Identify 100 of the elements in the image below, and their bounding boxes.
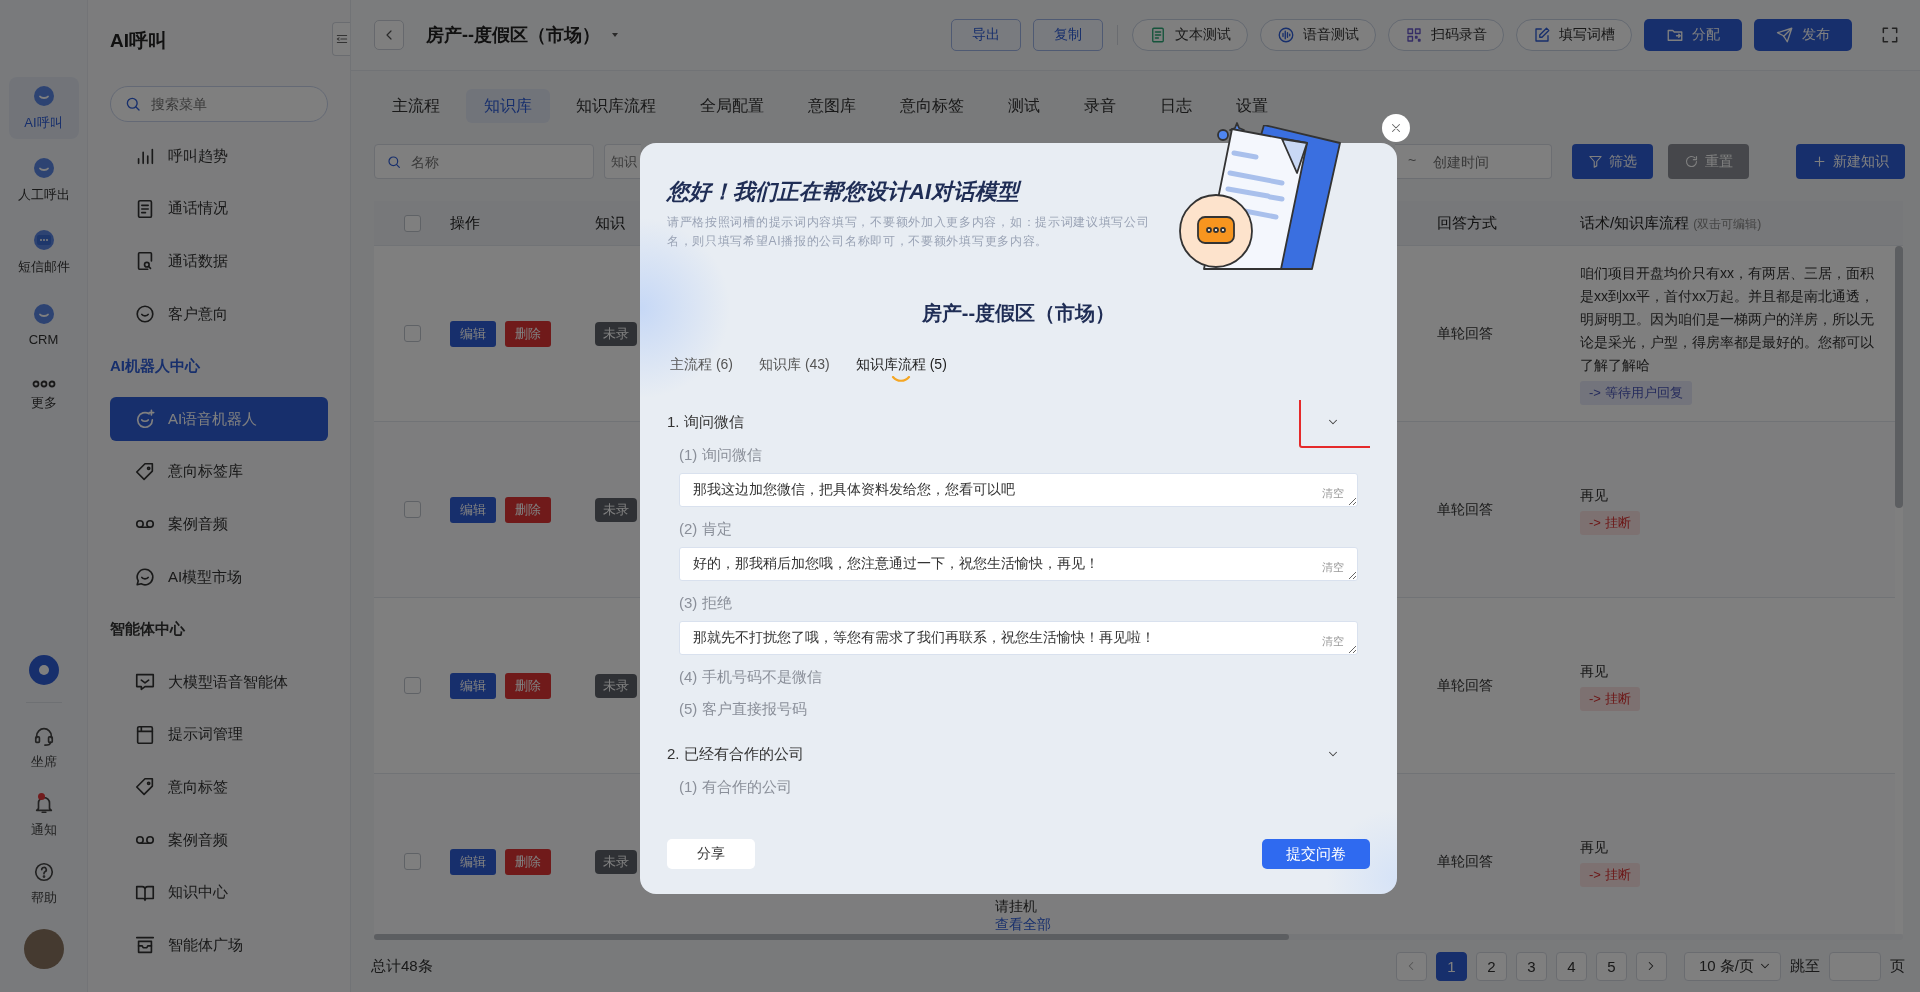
item-label: (5) 客户直接报号码	[679, 699, 808, 719]
avatar[interactable]	[23, 929, 64, 969]
page-button[interactable]: 1	[1435, 951, 1467, 981]
filter-button[interactable]: 新建知识	[1796, 144, 1905, 179]
menu-item[interactable]: 智能体广场	[110, 923, 328, 968]
tab[interactable]: 主流程	[374, 89, 458, 123]
name-search-field[interactable]: 名称	[374, 144, 594, 179]
toolbar-button[interactable]: 填写词槽	[1516, 19, 1632, 51]
status-tag: 未录	[595, 849, 637, 874]
page-button[interactable]: 2	[1475, 951, 1507, 981]
previous-page-button[interactable]	[1395, 951, 1427, 981]
page-button[interactable]: 5	[1595, 951, 1627, 981]
menu-item[interactable]: 知识中心	[110, 870, 328, 915]
sidebar-title: AI呼叫	[110, 29, 168, 53]
submit-button[interactable]: 提交问卷	[1262, 839, 1370, 869]
tab[interactable]: 意图库	[790, 89, 874, 123]
toolbar-button[interactable]: 复制	[1033, 19, 1103, 51]
delete-button[interactable]: 删除	[505, 672, 551, 699]
delete-button[interactable]: 删除	[505, 848, 551, 875]
rail-item[interactable]: 短信邮件	[8, 221, 79, 283]
toolbar-button[interactable]: 扫码录音	[1388, 19, 1504, 51]
total-count: 总计48条	[371, 956, 433, 976]
tab[interactable]: 知识库流程 (5)	[855, 354, 947, 374]
item-label: (2) 肯定	[679, 519, 733, 539]
view-all-link[interactable]: 查看全部	[995, 915, 1051, 933]
edit-button[interactable]: 编辑	[450, 320, 496, 347]
script-text: 再见	[1580, 486, 1608, 505]
next-page-button[interactable]	[1635, 951, 1667, 981]
clear-button[interactable]: 清空	[1322, 634, 1344, 649]
delete-button[interactable]: 删除	[505, 320, 551, 347]
scrollbar-thumb[interactable]	[1895, 246, 1903, 508]
tab[interactable]: 知识库流程	[558, 89, 674, 123]
collapse-button[interactable]	[332, 22, 350, 56]
jump-label: 跳至	[1790, 956, 1820, 976]
edit-button[interactable]: 编辑	[450, 496, 496, 523]
toolbar-button[interactable]: 导出	[951, 19, 1021, 51]
instruction-text: 请严格按照词槽的提示词内容填写，不要额外加入更多内容，如：提示词建议填写公司名，则只填写希望AI播报的公司名称即可，不要额外填写更多内容。	[667, 214, 1151, 250]
section-heading: AI机器人中心	[110, 356, 201, 377]
disc-icon[interactable]	[27, 654, 60, 686]
clear-button[interactable]: 清空	[1322, 486, 1344, 501]
tab[interactable]: 日志	[1142, 89, 1210, 123]
table-cell-text: 单轮回答	[1436, 676, 1494, 695]
menu-item[interactable]: 大模型语音智能体	[110, 660, 328, 705]
rail-item[interactable]: 通知	[30, 793, 57, 839]
page-button[interactable]: 3	[1515, 951, 1547, 981]
menu-item[interactable]: 客户意向	[110, 292, 328, 337]
section-title: 2. 已经有合作的公司	[667, 744, 804, 764]
tab[interactable]: 意向标签	[882, 89, 982, 123]
tab[interactable]: 全局配置	[682, 89, 782, 123]
tab[interactable]: 录音	[1066, 89, 1134, 123]
menu-item[interactable]: AI语音机器人	[110, 397, 328, 442]
scrollbar-thumb[interactable]	[374, 934, 1289, 940]
rail-item[interactable]: 更多	[8, 365, 79, 427]
item-label: (3) 拒绝	[679, 593, 733, 613]
menu-item[interactable]: 通话数据	[110, 239, 328, 284]
menu-item[interactable]: 通话情况	[110, 186, 328, 231]
next-step-tag: -> 挂断	[1580, 687, 1640, 711]
clear-button[interactable]: 清空	[1322, 560, 1344, 575]
share-button[interactable]: 分享	[667, 839, 755, 869]
filter-button[interactable]: 筛选	[1572, 144, 1653, 179]
edit-button[interactable]: 编辑	[450, 848, 496, 875]
close-button[interactable]	[1382, 114, 1410, 142]
search-field[interactable]: 搜索菜单	[110, 86, 328, 122]
delete-button[interactable]: 删除	[505, 496, 551, 523]
checkbox[interactable]	[403, 501, 421, 518]
menu-item[interactable]: AI模型市场	[110, 555, 328, 600]
rail-item[interactable]: AI呼叫	[8, 77, 79, 139]
tab[interactable]: 知识库	[466, 89, 550, 123]
menu-item[interactable]: 呼叫趋势	[110, 134, 328, 179]
edit-button[interactable]: 编辑	[450, 672, 496, 699]
menu-item[interactable]: 意向标签库	[110, 449, 328, 494]
toolbar-button[interactable]: 文本测试	[1132, 19, 1248, 51]
tab[interactable]: 知识库 (43)	[759, 354, 830, 374]
rail-item[interactable]: 坐席	[30, 725, 57, 771]
tab[interactable]: 测试	[990, 89, 1058, 123]
checkbox[interactable]	[403, 214, 421, 232]
menu-item[interactable]: 案例音频	[110, 818, 328, 862]
tab[interactable]: 设置	[1218, 89, 1286, 123]
menu-item[interactable]: 案例音频	[110, 502, 328, 547]
page-size-select[interactable]: 10 条/页	[1683, 951, 1781, 981]
knowledge-field[interactable]: 知识	[604, 144, 641, 179]
menu-item[interactable]: 意向标签	[110, 765, 328, 810]
checkbox[interactable]	[403, 677, 421, 694]
toolbar-button[interactable]: 分配	[1644, 19, 1742, 51]
table-cell-text: 单轮回答	[1436, 500, 1494, 519]
tab[interactable]: 主流程 (6)	[670, 354, 733, 374]
back-button[interactable]	[374, 20, 404, 50]
column-header: 话术/知识库流程	[1580, 213, 1690, 233]
rail-item[interactable]: CRM	[8, 293, 79, 355]
fullscreen-button[interactable]	[1880, 25, 1900, 45]
rail-item[interactable]: 人工呼出	[8, 149, 79, 211]
checkbox[interactable]	[403, 325, 421, 342]
checkbox[interactable]	[403, 853, 421, 870]
page-title: 房产--度假区（市场）	[426, 24, 600, 47]
script-text: 再见	[1580, 838, 1608, 857]
page-button[interactable]: 4	[1555, 951, 1587, 981]
toolbar-button[interactable]: 语音测试	[1260, 19, 1376, 51]
toolbar-button[interactable]: 发布	[1754, 19, 1852, 51]
menu-item[interactable]: 提示词管理	[110, 712, 328, 757]
rail-item[interactable]: 帮助	[30, 861, 57, 907]
